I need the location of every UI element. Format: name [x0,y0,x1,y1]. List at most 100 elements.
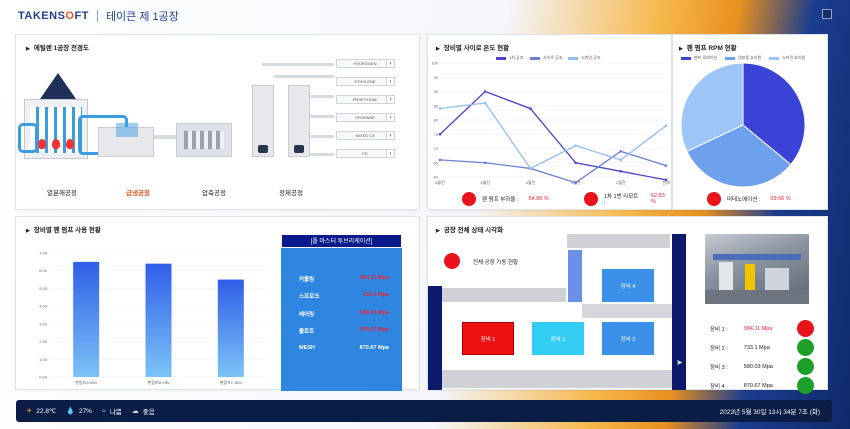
y-tick-label: 70 [434,146,439,151]
cursor-icon: ➤ [676,358,683,367]
x-tick-label: 펜펌프B MW [148,379,170,385]
rpm-panel: 팬 펌프 RPM 현황 팬프 로테이션 냉방용 호리원 스프린 호리원 머테노에… [672,34,828,210]
equipment-row: 장비 1 :904.11 Mpa [710,320,814,337]
temperature-line-chart: 60657075808590951006월전5월전4월전3월전2월전현재 [431,61,670,186]
stage-purification[interactable]: 정제공정 [279,187,303,197]
bar [145,263,172,377]
x-tick-label: 4월전 [526,179,536,185]
rpm-pie-chart [680,62,806,188]
reading-row: 베어링 580.03 Mpa [299,310,389,318]
y-tick-label: 1.00 [39,357,48,362]
data-point [438,132,442,136]
datetime: 2023년 5월 30일 13시 34분 7초 (화) [719,409,820,416]
reading-row: 커플링 904.11 Mpa [299,275,389,283]
alarm-label: 전체 공장 가동 현황 [473,260,519,266]
y-tick-label: 80 [434,118,439,123]
gas-arrow-button[interactable]: › [386,77,395,86]
y-tick-label: 100 [431,61,438,66]
load-indicator: 팬 펌프 부하율 :54.85 % [462,192,549,206]
status-dot [797,358,814,375]
data-point [574,181,577,184]
y-tick-label: 65 [434,160,439,165]
humidity-status: 💧 27% [66,407,92,416]
stage-compression[interactable]: 압축공정 [202,187,226,197]
machine-2[interactable]: 장비 2 [532,322,584,355]
machine-1[interactable]: 장비 1 [462,322,514,355]
data-point [483,161,487,165]
equipment-photo [705,234,809,304]
stage-pyrolysis[interactable]: 열분해공정 [47,187,77,197]
x-tick-label: 펜펌프C MW [220,379,242,385]
data-point [664,164,668,167]
data-point [483,90,487,93]
remote-indicator: 1차 1번 리모트 :62.83 % [584,192,671,206]
sun-icon: ☀ [26,408,33,415]
series-line [439,150,667,184]
temperature-status: ☀ 22.8℃ [26,408,57,415]
alarm-dot [444,253,460,269]
data-point [619,158,623,162]
machine-3[interactable]: 장비 3 [602,322,654,355]
gas-arrow-button[interactable]: › [386,149,395,158]
y-tick-label: 90 [434,89,439,94]
y-tick-label: 4.00 [39,304,48,309]
panel-title: 장비별 사이로 온도 현황 [436,42,509,52]
data-point [483,101,487,105]
cloud-icon: ☁ [131,408,139,415]
equipment-row: 장비 2 :733.1 Mpa [710,339,814,356]
data-point [574,161,577,165]
status-dot [462,192,476,206]
dust-status: ☁ 좋음 [131,408,155,416]
x-tick-label: 5월전 [480,179,490,185]
data-point [529,107,532,110]
panel-title: 공장 전체 상태 시각화 [436,224,503,234]
window-icon[interactable] [822,9,832,19]
air-quality-status: ≈ 나쁨 [101,407,122,417]
gas-arrow-button[interactable]: › [386,95,395,104]
stage-quench[interactable]: 급냉공정 [126,187,150,197]
wind-icon: ≈ [101,407,106,415]
data-point [664,178,668,182]
status-dot [797,377,814,394]
status-dot [584,192,598,206]
status-dot [797,320,814,337]
reading-row: MESH 870.67 Mpa [299,345,389,351]
y-tick-label: 60 [434,175,439,180]
y-tick-label: 75 [434,132,439,137]
process-panel: 에틸렌 1공장 전경도 HYDROGEN › ETHYLENE › PRO [15,34,420,210]
status-dot [707,192,721,206]
x-tick-label: 6월전 [435,179,445,185]
y-tick-label: 85 [434,103,439,108]
data-point [574,144,577,147]
lubrication-title: [폴 마스터 투브리케이션] [281,234,402,248]
y-tick-label: 2.00 [39,339,48,344]
equipment-row: 장비 3 :580.03 Mpa [710,358,814,375]
y-tick-label: 95 [434,75,439,80]
y-tick-label: 7.00 [39,251,48,256]
maintenance-indicator: 머테노에이션 :99.66 % [707,192,791,206]
data-point [619,170,623,173]
panel-title: 에틸렌 1공장 전경도 [26,42,89,52]
data-point [438,107,442,110]
gas-arrow-button[interactable]: › [386,59,395,68]
gas-arrow-button[interactable]: › [386,131,395,140]
panel-title: 팬 펌프 RPM 현황 [679,42,737,52]
temperature-panel: 장비별 사이로 온도 현황 1차 공조 사이로 공조 스파인 공조 606570… [427,34,672,210]
data-point [438,158,442,162]
lubrication-box: [폴 마스터 투브리케이션] 커플링 904.11 Mpa 스프로크 733.1 M… [281,234,402,391]
machine-4[interactable]: 장비 4 [602,269,654,302]
logo[interactable]: TAKENSOFT [18,10,89,22]
droplet-icon: 💧 [66,408,75,415]
x-tick-label: 2월전 [616,179,626,185]
reading-row: 스프로크 733.1 Mpa [299,292,389,300]
status-bar: ☀ 22.8℃ 💧 27% ≈ 나쁨 ☁ 좋음 2023년 5월 30일 13시 34분… [16,400,832,422]
reading-row: 풀로트 870.67 Mpa [299,327,389,335]
equipment-row: 장비 4 :870.67 Mpa [710,377,814,394]
y-tick-label: 3.00 [39,321,48,326]
usage-bar-chart: 0.00 1.00 2.00 3.00 4.00 5.00 6.00 7.00 펜펌프A MW 펜… [39,251,267,385]
divider [96,10,98,22]
bar [73,261,100,377]
y-tick-label: 6.00 [39,268,48,273]
gas-arrow-button[interactable]: › [386,113,395,122]
page-title: 테이큰 제 1공장 [105,11,179,23]
